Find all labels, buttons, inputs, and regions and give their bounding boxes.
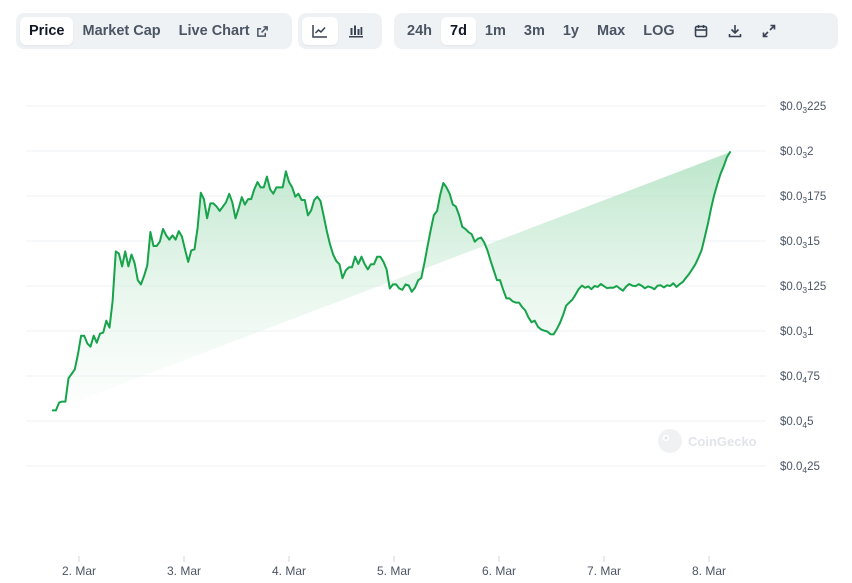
y-tick-label-6: $0.0475 bbox=[780, 371, 820, 385]
price-chart[interactable]: $0.03225 $0.032 $0.03175 $0.0315 $0.03125 $0.… bbox=[0, 0, 852, 583]
y-axis-ticks: $0.03225 $0.032 $0.03175 $0.0315 $0.03125 $0.… bbox=[780, 101, 826, 475]
x-tick-label-6: 8. Mar bbox=[692, 564, 726, 578]
price-area-fill bbox=[52, 152, 731, 411]
y-tick-label-4: $0.03125 bbox=[780, 281, 826, 295]
watermark-text: CoinGecko bbox=[688, 434, 757, 449]
x-axis-ticks: 2. Mar 3. Mar 4. Mar 5. Mar 6. Mar 7. Mar 8. M… bbox=[62, 556, 726, 578]
y-tick-label-7: $0.045 bbox=[780, 416, 814, 430]
x-tick-label-1: 3. Mar bbox=[167, 564, 201, 578]
price-area bbox=[51, 151, 731, 412]
y-tick-label-2: $0.03175 bbox=[780, 191, 826, 205]
y-tick-label-3: $0.0315 bbox=[780, 236, 820, 250]
x-tick-label-3: 5. Mar bbox=[377, 564, 411, 578]
x-tick-label-5: 7. Mar bbox=[587, 564, 621, 578]
y-tick-label-5: $0.031 bbox=[780, 326, 814, 340]
x-tick-label-0: 2. Mar bbox=[62, 564, 96, 578]
y-tick-label-1: $0.032 bbox=[780, 146, 814, 160]
y-tick-label-0: $0.03225 bbox=[780, 101, 826, 115]
x-tick-label-4: 6. Mar bbox=[482, 564, 516, 578]
x-tick-label-2: 4. Mar bbox=[272, 564, 306, 578]
y-tick-label-8: $0.0425 bbox=[780, 461, 820, 475]
coingecko-watermark: CoinGecko bbox=[658, 429, 757, 453]
